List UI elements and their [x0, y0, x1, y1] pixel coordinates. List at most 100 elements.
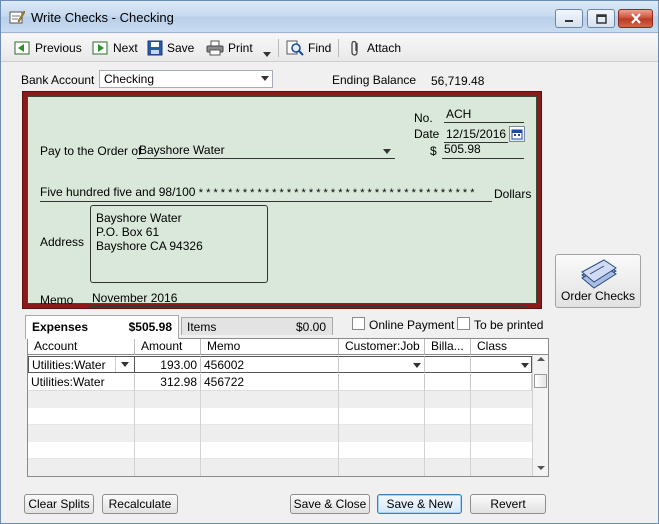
maximize-button[interactable]: [587, 9, 615, 28]
recalculate-button[interactable]: Recalculate: [102, 494, 178, 514]
tab-items[interactable]: Items $0.00: [181, 317, 333, 335]
column-header-billable[interactable]: Billa...: [425, 339, 471, 355]
bank-account-label: Bank Account: [21, 73, 95, 87]
vertical-scrollbar[interactable]: [532, 355, 548, 476]
amount-value: 505.98: [444, 142, 481, 156]
order-checks-label: Order Checks: [560, 289, 636, 303]
column-divider: [134, 391, 135, 476]
empty-row[interactable]: [28, 425, 532, 442]
account-value: Utilities:Water: [32, 358, 106, 372]
payee-value: Bayshore Water: [139, 143, 225, 157]
address-line: P.O. Box 61: [96, 225, 160, 239]
print-dropdown-arrow[interactable]: [263, 45, 271, 63]
check-number-value: ACH: [446, 107, 472, 121]
minimize-button[interactable]: [555, 9, 583, 28]
account-dropdown-button[interactable]: [115, 357, 133, 372]
scroll-up-icon[interactable]: [537, 357, 545, 361]
printer-icon: [206, 40, 224, 56]
scroll-thumb[interactable]: [534, 374, 547, 388]
save-button[interactable]: Save: [147, 39, 194, 57]
class-cell[interactable]: [471, 374, 532, 391]
ending-balance-label: Ending Balance: [332, 73, 417, 87]
memo-cell[interactable]: 456002: [201, 356, 339, 373]
memo-field[interactable]: November 2016: [90, 291, 526, 307]
check-frame: No. ACH Date 12/15/2016 $ 505.98 Pay to …: [22, 91, 542, 309]
tab-expenses[interactable]: Expenses $505.98: [25, 315, 179, 339]
memo-cell[interactable]: 456722: [201, 374, 339, 391]
empty-row[interactable]: [28, 442, 532, 459]
column-divider: [200, 391, 201, 476]
amount-field[interactable]: 505.98: [442, 142, 524, 159]
date-label: Date: [414, 127, 440, 141]
calendar-icon: [511, 129, 523, 140]
clear-splits-button[interactable]: Clear Splits: [24, 494, 94, 514]
toolbar-separator: [338, 39, 339, 57]
amount-cell[interactable]: 312.98: [135, 374, 201, 391]
to-be-printed-checkbox[interactable]: [457, 317, 470, 330]
empty-row[interactable]: [28, 408, 532, 425]
check-form: No. ACH Date 12/15/2016 $ 505.98 Pay to …: [27, 96, 537, 307]
revert-button[interactable]: Revert: [470, 494, 546, 514]
bank-account-dropdown[interactable]: Checking: [99, 70, 273, 88]
attach-button[interactable]: Attach: [349, 39, 401, 57]
column-header-amount[interactable]: Amount: [135, 339, 201, 355]
chevron-down-icon: [413, 363, 421, 368]
pay-to-label: Pay to the Order of: [40, 144, 142, 158]
previous-button[interactable]: Previous: [13, 39, 82, 57]
column-header-account[interactable]: Account: [28, 339, 135, 355]
billable-cell[interactable]: [425, 356, 471, 373]
close-button[interactable]: [618, 9, 653, 28]
tab-expenses-amount: $505.98: [128, 320, 172, 334]
calendar-button[interactable]: [509, 126, 525, 142]
check-number-field[interactable]: ACH: [444, 107, 524, 123]
window-title: Write Checks - Checking: [31, 10, 174, 25]
customer-job-cell[interactable]: [339, 374, 425, 391]
save-close-button[interactable]: Save & Close: [290, 494, 370, 514]
next-icon: [92, 41, 108, 55]
address-line: Bayshore CA 94326: [96, 239, 203, 253]
scroll-down-icon[interactable]: [537, 466, 545, 470]
expenses-grid: Account Amount Memo Customer:Job Billa..…: [27, 338, 549, 477]
account-cell[interactable]: Utilities:Water: [28, 356, 135, 373]
column-header-memo[interactable]: Memo: [201, 339, 339, 355]
column-header-class[interactable]: Class: [471, 339, 548, 355]
tab-items-amount: $0.00: [295, 320, 326, 334]
account-cell[interactable]: Utilities:Water: [28, 374, 135, 391]
memo-label: Memo: [40, 293, 74, 307]
empty-row[interactable]: [28, 459, 532, 476]
chevron-down-icon: [263, 51, 271, 57]
date-value: 12/15/2016: [446, 127, 507, 141]
amount-cell[interactable]: 193.00: [135, 356, 201, 373]
order-checks-button[interactable]: Order Checks: [555, 254, 641, 308]
title-bar[interactable]: Write Checks - Checking: [1, 1, 658, 33]
customer-job-cell[interactable]: [339, 356, 425, 373]
save-label: Save: [167, 41, 195, 55]
find-button[interactable]: Find: [286, 39, 331, 57]
next-button[interactable]: Next: [91, 39, 138, 57]
paperclip-icon: [351, 40, 358, 56]
amount-words-field[interactable]: Five hundred five and 98/100 * * * * * *…: [40, 185, 492, 202]
toolbar-separator: [278, 39, 279, 57]
next-label: Next: [113, 41, 138, 55]
save-new-button[interactable]: Save & New: [377, 494, 462, 514]
empty-row[interactable]: [28, 391, 532, 408]
column-header-customer-job[interactable]: Customer:Job: [339, 339, 425, 355]
class-cell[interactable]: [471, 356, 532, 373]
address-field[interactable]: Bayshore Water P.O. Box 61 Bayshore CA 9…: [90, 205, 268, 283]
billable-cell[interactable]: [425, 374, 471, 391]
payee-dropdown[interactable]: Bayshore Water: [137, 143, 395, 159]
write-checks-window: Write Checks - Checking Previous Next Sa…: [0, 0, 659, 524]
column-divider: [470, 391, 471, 476]
print-button[interactable]: Print: [206, 39, 253, 57]
address-label: Address: [40, 235, 85, 249]
column-divider: [338, 391, 339, 476]
toolbar: Previous Next Save Print Find Attach: [1, 34, 658, 62]
minimize-icon: [565, 19, 573, 22]
previous-label: Previous: [35, 41, 82, 55]
chevron-down-icon: [261, 76, 269, 81]
attach-label: Attach: [367, 41, 402, 55]
bank-account-value: Checking: [104, 72, 155, 86]
dollars-label: Dollars: [494, 187, 532, 201]
online-payment-checkbox[interactable]: [352, 317, 365, 330]
date-field[interactable]: 12/15/2016: [444, 127, 508, 143]
